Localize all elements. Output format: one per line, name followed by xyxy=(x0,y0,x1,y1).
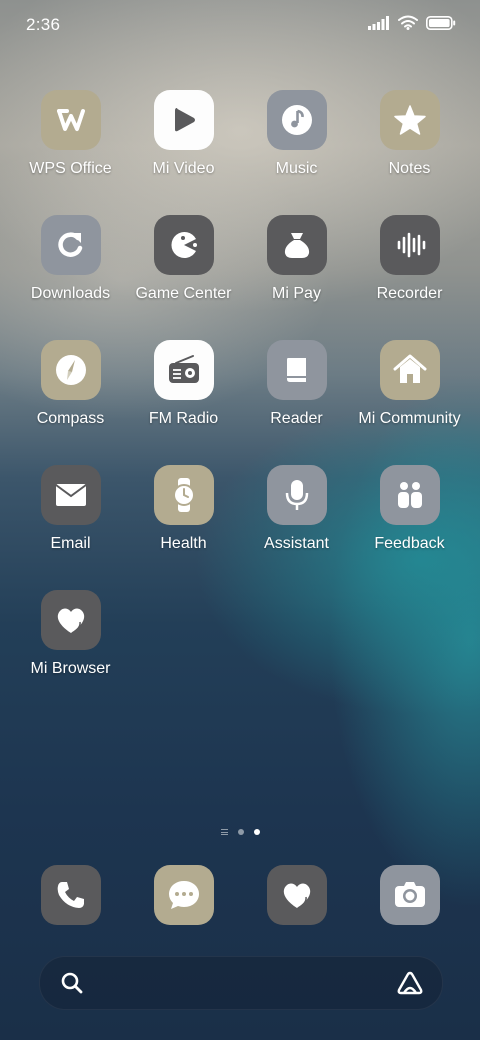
app-label: Compass xyxy=(36,410,105,427)
search-icon[interactable] xyxy=(60,971,84,995)
app-label: Health xyxy=(160,535,207,552)
app-assistant[interactable]: Assistant xyxy=(240,463,353,588)
page-indicator[interactable] xyxy=(0,829,480,835)
dock xyxy=(14,863,466,925)
app-label: Mi Browser xyxy=(30,660,111,677)
app-email[interactable]: Email xyxy=(14,463,127,588)
app-label: WPS Office xyxy=(29,160,112,177)
app-label: Game Center xyxy=(135,285,232,302)
app-music[interactable]: Music xyxy=(240,88,353,213)
home-icon[interactable] xyxy=(379,340,440,400)
music-note-icon[interactable] xyxy=(266,90,327,150)
app-recorder[interactable]: Recorder xyxy=(353,213,466,338)
dock-messaging[interactable] xyxy=(127,863,240,925)
status-bar: 2:36 xyxy=(0,0,480,52)
chat-bubble-icon[interactable] xyxy=(153,865,214,925)
app-notes[interactable]: Notes xyxy=(353,88,466,213)
system-icons xyxy=(368,15,456,30)
people-icon[interactable] xyxy=(379,465,440,525)
search-bar[interactable] xyxy=(39,956,443,1010)
phone-icon[interactable] xyxy=(40,865,101,925)
heart-icon[interactable] xyxy=(40,590,101,650)
pacman-icon[interactable] xyxy=(153,215,214,275)
radio-icon[interactable] xyxy=(153,340,214,400)
book-icon[interactable] xyxy=(266,340,327,400)
wifi-icon xyxy=(398,15,418,30)
app-compass[interactable]: Compass xyxy=(14,338,127,463)
menu-lines-icon xyxy=(220,829,228,835)
app-feedback[interactable]: Feedback xyxy=(353,463,466,588)
app-label: Assistant xyxy=(264,535,329,552)
signal-icon xyxy=(368,15,389,30)
star-icon[interactable] xyxy=(379,90,440,150)
app-label: Email xyxy=(50,535,91,552)
app-label: Mi Pay xyxy=(272,285,321,302)
app-reader[interactable]: Reader xyxy=(240,338,353,463)
lens-icon[interactable] xyxy=(396,970,424,996)
play-icon[interactable] xyxy=(153,90,214,150)
app-label: Reader xyxy=(270,410,323,427)
app-label: FM Radio xyxy=(148,410,219,427)
battery-icon xyxy=(426,15,456,30)
app-label: Feedback xyxy=(374,535,445,552)
app-label: Mi Video xyxy=(152,160,215,177)
dock-browser[interactable] xyxy=(240,863,353,925)
wps-office-icon[interactable] xyxy=(40,90,101,150)
app-label: Music xyxy=(275,160,318,177)
watch-icon[interactable] xyxy=(153,465,214,525)
envelope-icon[interactable] xyxy=(40,465,101,525)
waveform-icon[interactable] xyxy=(379,215,440,275)
app-downloads[interactable]: Downloads xyxy=(14,213,127,338)
app-mi-community[interactable]: Mi Community xyxy=(353,338,466,463)
dock-phone[interactable] xyxy=(14,863,127,925)
refresh-arrow-icon[interactable] xyxy=(40,215,101,275)
app-fm-radio[interactable]: FM Radio xyxy=(127,338,240,463)
app-health[interactable]: Health xyxy=(127,463,240,588)
app-label: Recorder xyxy=(376,285,443,302)
app-mi-pay[interactable]: Mi Pay xyxy=(240,213,353,338)
app-wps-office[interactable]: WPS Office xyxy=(14,88,127,213)
status-time: 2:36 xyxy=(26,15,61,34)
app-label: Downloads xyxy=(30,285,111,302)
app-label: Mi Community xyxy=(358,410,461,427)
app-game-center[interactable]: Game Center xyxy=(127,213,240,338)
page-dot-2-active[interactable] xyxy=(253,829,260,835)
app-label: Notes xyxy=(388,160,431,177)
app-grid: WPS Office Mi Video Music Notes Download… xyxy=(14,88,466,713)
page-dot-1[interactable] xyxy=(237,829,244,835)
microphone-icon[interactable] xyxy=(266,465,327,525)
compass-icon[interactable] xyxy=(40,340,101,400)
app-mi-browser[interactable]: Mi Browser xyxy=(14,588,127,713)
heart-icon[interactable] xyxy=(266,865,327,925)
app-mi-video[interactable]: Mi Video xyxy=(127,88,240,213)
dock-camera[interactable] xyxy=(353,863,466,925)
money-bag-icon[interactable] xyxy=(266,215,327,275)
camera-icon[interactable] xyxy=(379,865,440,925)
